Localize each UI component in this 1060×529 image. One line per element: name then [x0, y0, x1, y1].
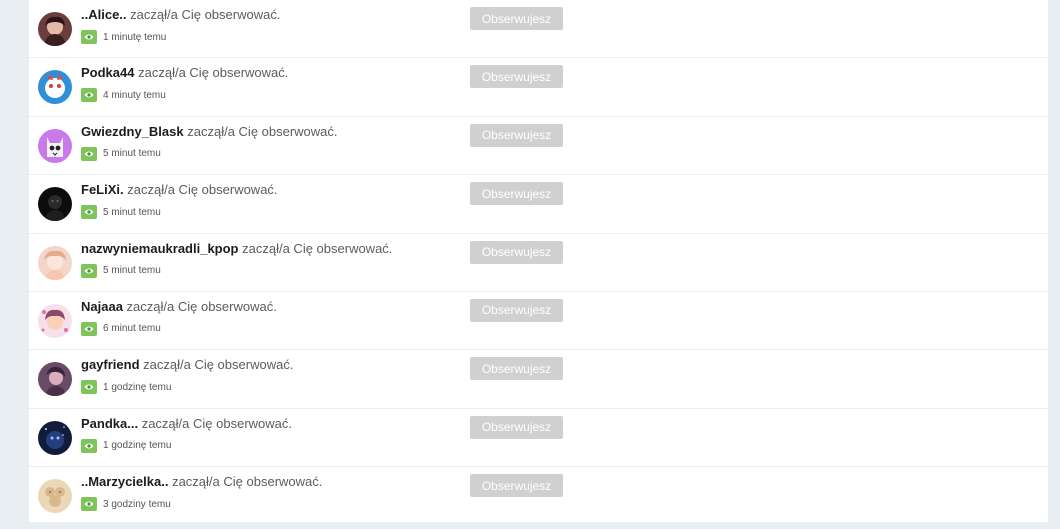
notification-text: Pandka... zaczął/a Cię obserwować. [81, 416, 292, 431]
action-text: zaczął/a Cię obserwować. [143, 357, 294, 373]
time-text: 1 godzinę temu [103, 440, 172, 452]
time-text: 5 minut temu [103, 148, 161, 160]
notification-row: gayfriend zaczął/a Cię obserwować. 1 god… [29, 350, 1048, 409]
timestamp: 5 minut temu [81, 146, 161, 161]
notification-text: Najaaa zaczął/a Cię obserwować. [81, 299, 277, 314]
avatar[interactable] [38, 420, 72, 455]
notification-text: Gwiezdny_Blask zaczął/a Cię obserwować. [81, 124, 338, 139]
time-text: 1 minutę temu [103, 31, 167, 43]
time-text: 5 minut temu [103, 206, 161, 218]
eye-icon[interactable] [81, 146, 97, 161]
avatar[interactable] [38, 128, 72, 163]
username-link[interactable]: Pandka... [81, 416, 138, 431]
action-text: zaczął/a Cię obserwować. [187, 123, 338, 139]
time-text: 1 godzinę temu [103, 381, 172, 393]
action-text: zaczął/a Cię obserwować. [130, 7, 281, 22]
action-text: zaczął/a Cię obserwować. [138, 65, 289, 81]
timestamp: 5 minut temu [81, 205, 161, 220]
username-link[interactable]: Podka44 [81, 65, 134, 80]
action-text: zaczął/a Cię obserwować. [141, 415, 292, 431]
following-button[interactable]: Obserwujesz [470, 182, 563, 206]
eye-icon[interactable] [81, 321, 97, 336]
following-button[interactable]: Obserwujesz [470, 357, 563, 381]
avatar[interactable] [38, 70, 72, 105]
notification-row: Najaaa zaczął/a Cię obserwować. 6 minut … [29, 292, 1048, 351]
username-link[interactable]: Gwiezdny_Blask [81, 124, 184, 139]
notification-text: gayfriend zaczął/a Cię obserwować. [81, 357, 293, 372]
following-button[interactable]: Obserwujesz [470, 123, 563, 147]
avatar[interactable] [38, 187, 72, 222]
avatar[interactable] [38, 479, 72, 514]
timestamp: 1 godzinę temu [81, 380, 172, 395]
following-button[interactable]: Obserwujesz [470, 415, 563, 439]
notification-row: Pandka... zaczął/a Cię obserwować. 1 god… [29, 409, 1048, 468]
notification-text: FeLiXi. zaczął/a Cię obserwować. [81, 182, 278, 197]
time-text: 6 minut temu [103, 323, 161, 335]
notifications-panel: ..Alice.. zaczął/a Cię obserwować. 1 min… [29, 0, 1048, 522]
notification-text: nazwyniemaukradli_kpop zaczął/a Cię obse… [81, 241, 392, 256]
username-link[interactable]: nazwyniemaukradli_kpop [81, 241, 239, 256]
timestamp: 1 minutę temu [81, 30, 166, 44]
action-text: zaczął/a Cię obserwować. [242, 240, 393, 256]
notification-row: Gwiezdny_Blask zaczął/a Cię obserwować. … [29, 117, 1048, 176]
following-button[interactable]: Obserwujesz [470, 7, 563, 30]
timestamp: 5 minut temu [81, 263, 161, 278]
notification-row: ..Marzycielka.. zaczął/a Cię obserwować.… [29, 467, 1048, 525]
timestamp: 3 godziny temu [81, 497, 171, 512]
username-link[interactable]: ..Alice.. [81, 7, 127, 22]
timestamp: 6 minut temu [81, 321, 161, 336]
time-text: 5 minut temu [103, 265, 161, 277]
time-text: 3 godziny temu [103, 498, 171, 510]
eye-icon[interactable] [81, 205, 97, 220]
eye-icon[interactable] [81, 88, 97, 103]
notification-row: Podka44 zaczął/a Cię obserwować. 4 minut… [29, 58, 1048, 117]
avatar[interactable] [38, 303, 72, 338]
username-link[interactable]: gayfriend [81, 357, 140, 372]
action-text: zaczął/a Cię obserwować. [126, 298, 277, 314]
notification-row: nazwyniemaukradli_kpop zaczął/a Cię obse… [29, 234, 1048, 292]
following-button[interactable]: Obserwujesz [470, 240, 563, 264]
eye-icon[interactable] [81, 263, 97, 278]
avatar[interactable] [38, 362, 72, 397]
eye-icon[interactable] [81, 497, 97, 512]
notification-text: ..Marzycielka.. zaczął/a Cię obserwować. [81, 474, 322, 489]
notification-text: Podka44 zaczął/a Cię obserwować. [81, 65, 288, 80]
eye-icon[interactable] [81, 438, 97, 453]
following-button[interactable]: Obserwujesz [470, 474, 563, 498]
following-button[interactable]: Obserwujesz [470, 65, 563, 89]
notification-row: ..Alice.. zaczął/a Cię obserwować. 1 min… [29, 0, 1048, 59]
username-link[interactable]: FeLiXi. [81, 182, 124, 197]
username-link[interactable]: ..Marzycielka.. [81, 474, 168, 489]
action-text: zaczął/a Cię obserwować. [127, 182, 278, 198]
following-button[interactable]: Obserwujesz [470, 298, 563, 322]
timestamp: 1 godzinę temu [81, 438, 172, 453]
action-text: zaczął/a Cię obserwować. [172, 474, 323, 490]
eye-icon[interactable] [81, 380, 97, 395]
avatar[interactable] [38, 12, 72, 46]
eye-icon[interactable] [81, 30, 97, 44]
username-link[interactable]: Najaaa [81, 299, 123, 314]
time-text: 4 minuty temu [103, 89, 166, 101]
notification-text: ..Alice.. zaczął/a Cię obserwować. [81, 7, 280, 22]
timestamp: 4 minuty temu [81, 88, 166, 103]
notification-row: FeLiXi. zaczął/a Cię obserwować. 5 minut… [29, 175, 1048, 234]
avatar[interactable] [38, 245, 72, 280]
